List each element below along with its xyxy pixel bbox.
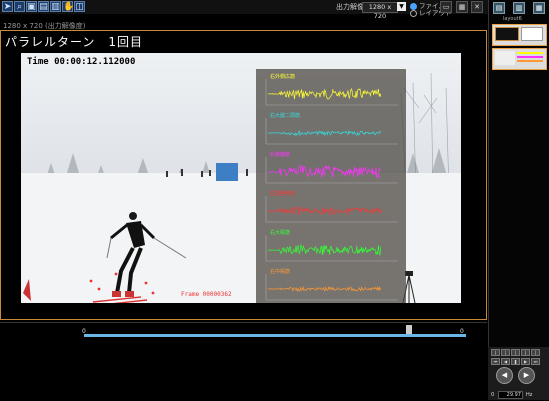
layout-panel: ▤ ▥ ▦ layout6: [488, 0, 549, 400]
page-title: パラレルターン 1回目: [5, 35, 144, 49]
frame-rate-unit: Hz: [526, 392, 533, 398]
layout-thumbnail[interactable]: [492, 24, 547, 46]
image-icon[interactable]: ▥: [50, 1, 61, 12]
time-readout: Time 00:00:12.112000: [27, 57, 136, 67]
sensor-label: 右外側広筋: [270, 74, 296, 80]
emg-overlay-panel: 右外側広筋右大腿二頭筋 右腓腹筋右前脛骨筋右大殿筋右中殿筋: [256, 69, 406, 303]
hand-icon[interactable]: ✋: [62, 1, 74, 12]
layout-thumbnail[interactable]: [492, 48, 547, 70]
control-button[interactable]: |: [511, 349, 520, 356]
emg-waveform: [267, 244, 382, 257]
sensor-label: 右大殿筋: [270, 230, 291, 236]
sensor-label: 右大腿二頭筋: [270, 113, 301, 119]
radio-dot-icon: [410, 9, 417, 17]
cursor-icon[interactable]: ➤: [2, 1, 13, 12]
skip-back-icon[interactable]: ⏮: [491, 358, 500, 365]
playback-controls: | | | | | ⏮ ◀ ❚ ▶ ⏭ ◀ ▶ 0 29.97 Hz: [488, 347, 549, 400]
control-button[interactable]: |: [491, 349, 500, 356]
close-button[interactable]: ✕: [471, 1, 483, 13]
timeline-end-label: 0: [460, 328, 464, 335]
frame-readout: Frame 00000362: [181, 291, 232, 298]
speed-start-label: 0: [491, 392, 495, 398]
step-back-icon[interactable]: ◀: [501, 358, 510, 365]
emg-waveform: [267, 285, 382, 293]
pause-icon[interactable]: ❚: [511, 358, 520, 365]
timeline-area: 0 0: [0, 322, 487, 401]
frame-rate-input[interactable]: 29.97: [498, 391, 523, 399]
layout-button-3[interactable]: ▦: [533, 2, 545, 14]
image-icon[interactable]: ▤: [38, 1, 49, 12]
skip-forward-icon[interactable]: ⏭: [531, 358, 540, 365]
emg-waveform: [267, 164, 382, 179]
emg-waveform: [267, 129, 382, 137]
play-reverse-button[interactable]: ◀: [496, 367, 513, 384]
emg-waveform: [267, 88, 382, 100]
top-toolbar: ➤ ⌕ ▣ ▤ ▥ ✋ ◫ 出力解像度 1280 x 720 ▼ ファイル レイ…: [0, 0, 488, 20]
frame-icon[interactable]: ◫: [74, 1, 85, 12]
search-icon[interactable]: ⌕: [14, 1, 25, 12]
sensor-label: 右前脛骨筋: [270, 191, 296, 197]
layout-tab-label[interactable]: layout6: [503, 16, 522, 22]
timeline-track[interactable]: [84, 334, 466, 337]
layout-button-1[interactable]: ▤: [493, 2, 505, 14]
emg-waveform: [267, 206, 382, 216]
play-button[interactable]: ▶: [518, 367, 535, 384]
grid-button[interactable]: ▦: [456, 1, 468, 13]
sensor-label: 右腓腹筋: [270, 152, 291, 158]
control-button[interactable]: |: [501, 349, 510, 356]
window-button[interactable]: ▭: [440, 1, 452, 13]
image-icon[interactable]: ▣: [26, 1, 37, 12]
layout-button-2[interactable]: ▥: [513, 2, 525, 14]
control-button[interactable]: |: [531, 349, 540, 356]
resolution-select[interactable]: 1280 x 720: [362, 2, 398, 20]
chevron-down-icon[interactable]: ▼: [397, 2, 406, 11]
video-frame[interactable]: Time 00:00:12.112000 Frame 00000362 右外側広…: [21, 53, 461, 303]
timeline-handle[interactable]: [405, 325, 412, 334]
main-viewer: パラレルターン 1回目 Time 00:00:12.112000 Frame 0…: [0, 30, 487, 320]
sensor-label: 右中殿筋: [270, 269, 291, 275]
step-forward-icon[interactable]: ▶: [521, 358, 530, 365]
control-button[interactable]: |: [521, 349, 530, 356]
